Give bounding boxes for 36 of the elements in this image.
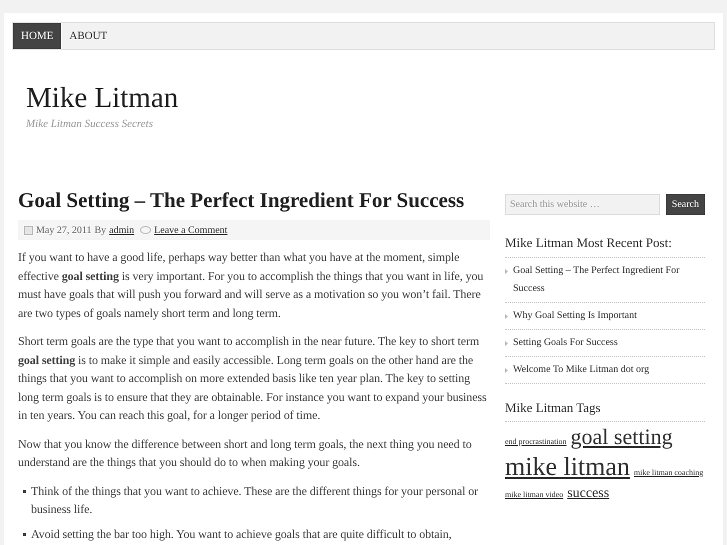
author-link[interactable]: admin — [109, 222, 134, 238]
calendar-icon — [24, 226, 33, 234]
widget-title: Mike Litman Most Recent Post: — [505, 233, 705, 258]
tag-link[interactable]: goal setting — [570, 424, 673, 449]
recent-post-link[interactable]: Why Goal Setting Is Important — [513, 306, 637, 324]
post-title: Goal Setting – The Perfect Ingredient For Success — [18, 187, 466, 214]
tag-link[interactable]: success — [567, 486, 610, 501]
site-tagline: Mike Litman Success Secrets — [26, 117, 154, 132]
comment-link[interactable]: Leave a Comment — [154, 222, 228, 238]
recent-post-link[interactable]: Setting Goals For Success — [513, 334, 618, 352]
caret-icon — [505, 314, 508, 318]
search-field[interactable]: Search this website … — [505, 194, 660, 215]
caret-icon — [505, 268, 508, 274]
post-date: May 27, 2011 — [36, 224, 92, 238]
tag-link[interactable]: mike litman — [505, 452, 630, 481]
recent-post-link[interactable]: Goal Setting – The Perfect Ingredient For Success — [513, 262, 705, 298]
bullet-icon — [23, 532, 26, 536]
comment-icon — [140, 226, 152, 234]
list-item: Avoid setting the bar too high. You want to achieve goals that are quite difficult to obtain, — [31, 526, 452, 543]
byline-label: By — [94, 224, 106, 238]
paragraph: Now that you know the difference between short and long term goals, the next thing you need to understand are the things that you should do to when making your goals. — [18, 436, 473, 471]
bullet-icon — [23, 490, 26, 492]
tag-link[interactable]: mike litman coaching — [634, 468, 704, 477]
nav-link[interactable]: HOME — [13, 23, 62, 49]
caret-icon — [505, 368, 508, 372]
caret-icon — [505, 340, 508, 346]
paragraph: Short term goals are the type that you want to accomplish in the near future. The key to short term goal setting is to make it simple and easily accessible. Long term goals on the other hand are the things that you want to accomplish on more extended basis like ten year plan. The key to setting long term goals is to ensure that they are obtainable. For instance you want to expand your business in ten years. You can reach this goal, for a longer period of time. — [18, 333, 488, 424]
recent-post-link[interactable]: Welcome To Mike Litman dot org — [513, 360, 650, 378]
site-title: Mike Litman — [26, 81, 180, 116]
paragraph: If you want to have a good life, perhaps way better than what you have at the moment, simple effective goal setting is very important. For you to accomplish the things that you want in life, you must have goals that will push you forward and will serve as a motivation so you won’t fail. There are two types of goals namely short term and long term. — [18, 249, 484, 322]
tag-link[interactable]: mike litman video — [505, 490, 564, 499]
nav-link[interactable]: ABOUT — [61, 23, 116, 49]
tag-link[interactable]: end procrastination — [505, 437, 567, 446]
search-button[interactable]: Search — [666, 194, 705, 215]
list-item: Think of the things that you want to achieve. These are the different things for your personal or business life. — [31, 482, 480, 518]
widget-title: Mike Litman Tags — [505, 398, 705, 422]
